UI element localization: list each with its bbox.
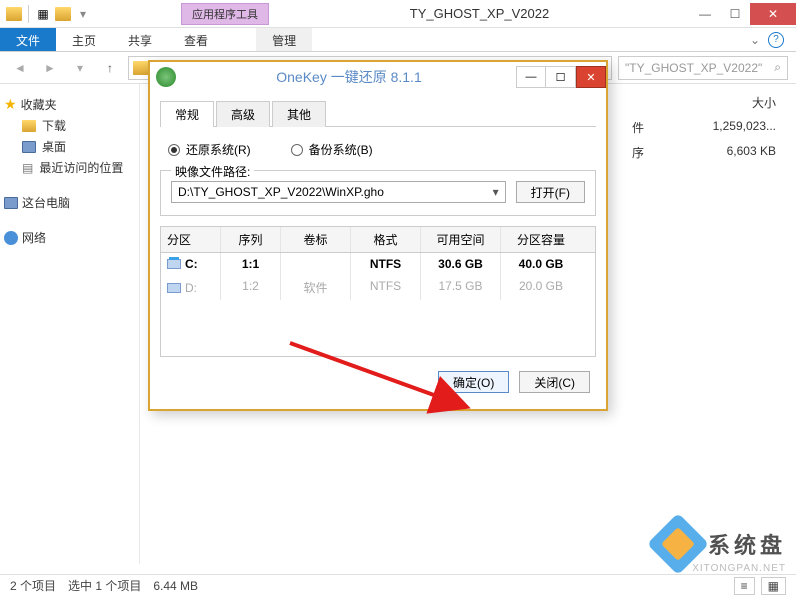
help-icon[interactable]: ? — [768, 32, 784, 48]
image-path-fieldset: 映像文件路径: D:\TY_GHOST_XP_V2022\WinXP.gho ▾… — [160, 170, 596, 216]
status-item-count: 2 个项目 — [10, 577, 56, 594]
drive-icon — [167, 259, 181, 269]
status-bar: 2 个项目 选中 1 个项目 6.44 MB ≡ ▦ — [0, 574, 796, 596]
network-icon — [4, 231, 18, 245]
status-size: 6.44 MB — [153, 579, 198, 593]
computer-icon — [4, 197, 18, 209]
dialog-minimize-button[interactable]: — — [516, 66, 546, 88]
status-selected: 选中 1 个项目 — [68, 577, 141, 594]
new-folder-icon[interactable] — [55, 6, 71, 22]
sidebar-thispc[interactable]: 这台电脑 — [4, 192, 135, 213]
tab-home[interactable]: 主页 — [56, 28, 112, 51]
history-dropdown[interactable]: ▾ — [68, 56, 92, 80]
dialog-titlebar[interactable]: OneKey 一键还原 8.1.1 — ☐ ✕ — [150, 62, 606, 92]
col-size[interactable]: 大小 — [664, 90, 784, 115]
search-icon: ⌕ — [774, 60, 781, 75]
cancel-button[interactable]: 关闭(C) — [519, 371, 590, 393]
context-tab-tools[interactable]: 应用程序工具 — [181, 3, 269, 25]
sidebar-item-downloads[interactable]: 下载 — [4, 115, 135, 136]
open-button[interactable]: 打开(F) — [516, 181, 585, 203]
dialog-maximize-button[interactable]: ☐ — [546, 66, 576, 88]
maximize-button[interactable]: ☐ — [720, 3, 750, 25]
sidebar-item-recent[interactable]: ▤最近访问的位置 — [4, 157, 135, 178]
tab-file[interactable]: 文件 — [0, 28, 56, 51]
drive-icon — [167, 283, 181, 293]
folder-icon — [22, 120, 36, 132]
sidebar-item-desktop[interactable]: 桌面 — [4, 136, 135, 157]
col-type-suffix — [624, 90, 664, 115]
back-button[interactable]: ◄ — [8, 56, 32, 80]
fieldset-legend: 映像文件路径: — [171, 163, 254, 180]
ribbon-tabs: 文件 主页 共享 查看 管理 ⌄ ? — [0, 28, 796, 52]
dialog-title: OneKey 一键还原 8.1.1 — [182, 67, 516, 87]
recent-icon: ▤ — [22, 161, 33, 175]
view-details-icon[interactable]: ≡ — [734, 577, 755, 595]
watermark: 系统盘 — [656, 522, 786, 566]
partition-grid: 分区 序列 卷标 格式 可用空间 分区容量 C: 1:1 NTFS 30.6 G… — [160, 226, 596, 357]
tab-view[interactable]: 查看 — [168, 28, 224, 51]
grid-row-d[interactable]: D: 1:2 软件 NTFS 17.5 GB 20.0 GB — [161, 275, 595, 300]
folder-icon — [133, 61, 149, 75]
onekey-dialog: OneKey 一键还原 8.1.1 — ☐ ✕ 常规 高级 其他 还原系统(R)… — [148, 60, 608, 411]
navigation-pane: ★收藏夹 下载 桌面 ▤最近访问的位置 这台电脑 网络 — [0, 84, 140, 564]
tab-share[interactable]: 共享 — [112, 28, 168, 51]
folder-icon — [6, 6, 22, 22]
tab-advanced[interactable]: 高级 — [216, 101, 270, 127]
watermark-url: XITONGPAN.NET — [692, 563, 786, 574]
sidebar-network[interactable]: 网络 — [4, 227, 135, 248]
up-button[interactable]: ↑ — [98, 56, 122, 80]
sidebar-favorites[interactable]: ★收藏夹 — [4, 94, 135, 115]
tab-general[interactable]: 常规 — [160, 101, 214, 127]
tab-other[interactable]: 其他 — [272, 101, 326, 127]
chevron-down-icon[interactable]: ▾ — [493, 185, 499, 199]
dialog-tabs: 常规 高级 其他 — [160, 100, 596, 127]
image-path-input[interactable]: D:\TY_GHOST_XP_V2022\WinXP.gho ▾ — [171, 181, 506, 203]
dialog-close-button[interactable]: ✕ — [576, 66, 606, 88]
desktop-icon — [22, 141, 36, 153]
search-input[interactable]: "TY_GHOST_XP_V2022" ⌕ — [618, 56, 788, 80]
view-thumbnails-icon[interactable]: ▦ — [761, 577, 786, 595]
close-button[interactable]: ✕ — [750, 3, 796, 25]
window-title: TY_GHOST_XP_V2022 — [269, 6, 690, 21]
star-icon: ★ — [4, 96, 17, 113]
radio-restore[interactable]: 还原系统(R) — [168, 141, 251, 158]
tab-manage[interactable]: 管理 — [256, 28, 312, 51]
forward-button[interactable]: ► — [38, 56, 62, 80]
dropdown-icon[interactable]: ▾ — [75, 6, 91, 22]
ok-button[interactable]: 确定(O) — [438, 371, 509, 393]
app-icon — [156, 67, 176, 87]
properties-icon[interactable]: ▦ — [35, 6, 51, 22]
grid-header: 分区 序列 卷标 格式 可用空间 分区容量 — [161, 227, 595, 253]
grid-row-c[interactable]: C: 1:1 NTFS 30.6 GB 40.0 GB — [161, 253, 595, 275]
window-titlebar: ▦ ▾ 应用程序工具 TY_GHOST_XP_V2022 — ☐ ✕ — [0, 0, 796, 28]
radio-backup[interactable]: 备份系统(B) — [291, 141, 373, 158]
minimize-button[interactable]: — — [690, 3, 720, 25]
ribbon-expand-icon[interactable]: ⌄ — [750, 33, 760, 47]
